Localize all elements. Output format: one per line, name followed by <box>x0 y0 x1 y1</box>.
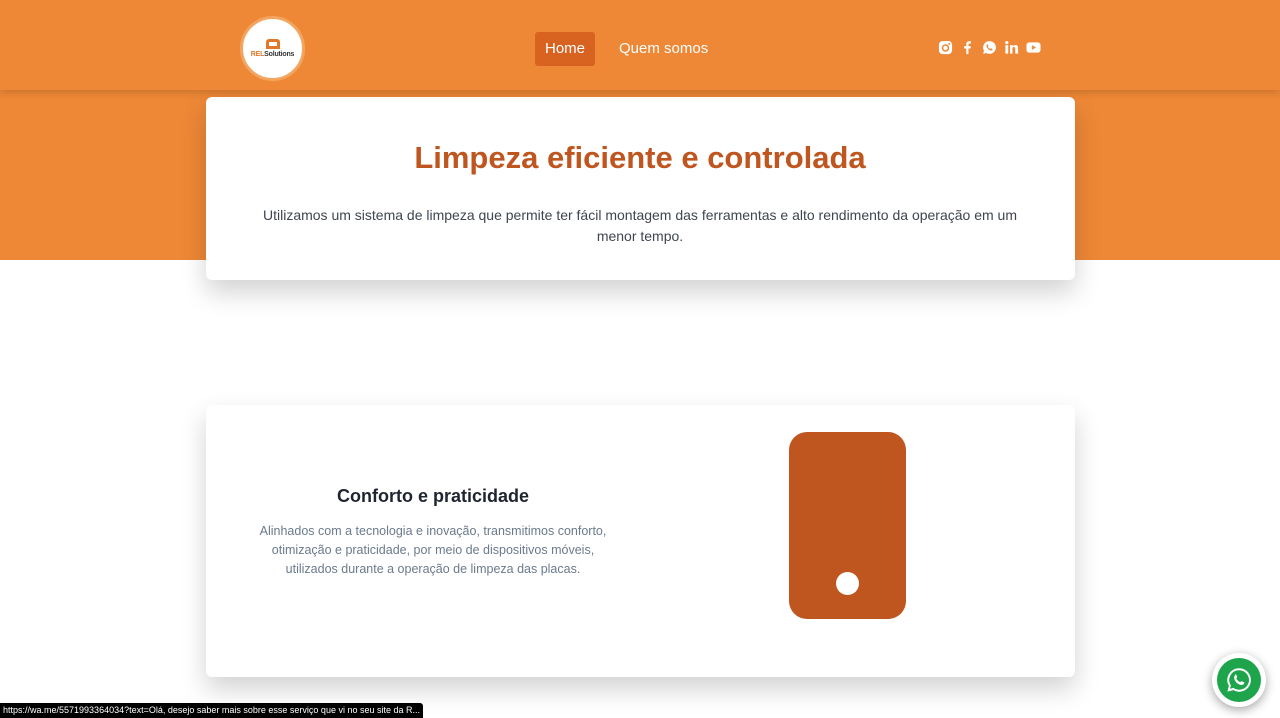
intro-text: Utilizamos um sistema de limpeza que per… <box>262 207 1017 244</box>
navbar: RELSolutions Home Quem somos <box>0 0 1280 90</box>
intro-card <box>206 97 1075 280</box>
instagram-icon[interactable] <box>938 40 953 55</box>
feature-card: Conforto e praticidade Alinhados com a t… <box>206 405 1075 677</box>
nav-home[interactable]: Home <box>535 32 596 66</box>
whatsapp-float-button[interactable] <box>1212 653 1266 707</box>
page: RELSolutions Home Quem somos Limpeza efi… <box>0 0 1280 718</box>
facebook-icon[interactable] <box>960 40 975 55</box>
linkedin-icon[interactable] <box>1004 40 1019 55</box>
status-bar-url: https://wa.me/5571993364034?text=Olá, de… <box>0 703 423 718</box>
logo-text: RELSolutions <box>250 51 295 58</box>
main-nav: Home Quem somos <box>535 32 718 66</box>
logo-mark-icon <box>265 39 280 49</box>
mobile-phone-icon <box>789 432 906 619</box>
logo[interactable]: RELSolutions <box>240 16 305 81</box>
youtube-icon[interactable] <box>1026 40 1041 55</box>
whatsapp-icon[interactable] <box>982 40 997 55</box>
feature-text: Alinhados com a tecnologia e inovação, t… <box>259 524 607 576</box>
whatsapp-icon <box>1217 658 1261 702</box>
social-links <box>938 40 1041 55</box>
feature-title: Conforto e praticidade <box>336 486 529 506</box>
intro-title: Limpeza eficiente e controlada <box>414 140 866 175</box>
nav-quem-somos[interactable]: Quem somos <box>609 32 718 66</box>
phone-home-button <box>836 572 859 595</box>
